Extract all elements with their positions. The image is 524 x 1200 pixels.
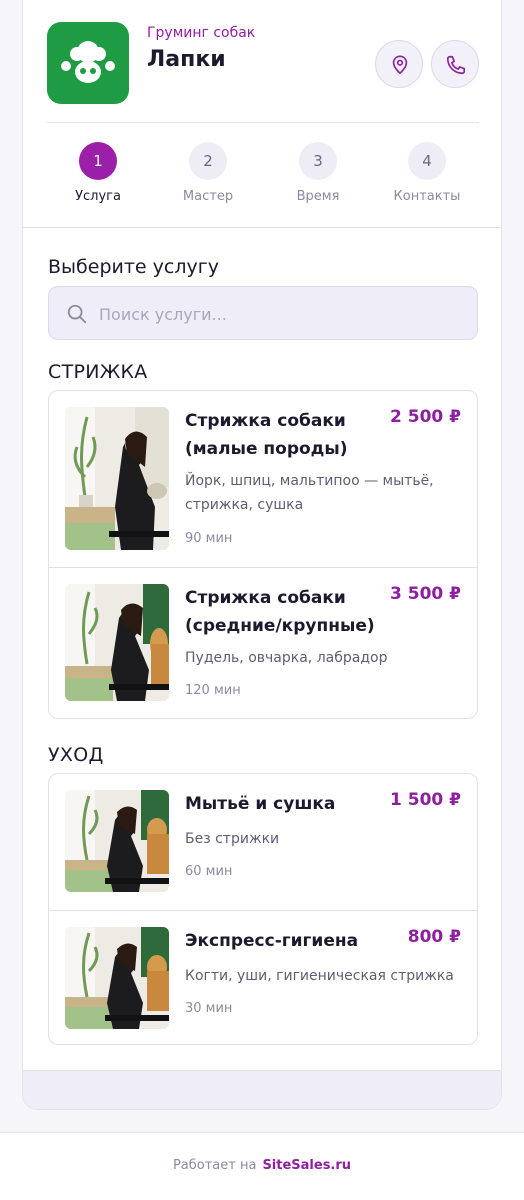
service-item[interactable]: Мытьё и сушка 1 500 ₽ Без стрижки 60 мин: [49, 774, 477, 910]
service-name: Стрижка собаки (средние/крупные): [185, 588, 375, 636]
service-description: Йорк, шпиц, мальтипоо — мытьё, стрижка, …: [185, 473, 434, 513]
service-description: Без стрижки: [185, 831, 280, 847]
step-contacts[interactable]: 4 Контакты: [372, 142, 482, 204]
business-logo: [47, 22, 129, 104]
search-icon: [67, 304, 87, 324]
service-name: Стрижка собаки (малые породы): [185, 411, 348, 459]
step-label: Контакты: [393, 189, 461, 204]
steps-divider: [23, 227, 501, 228]
section-heading: Выберите услугу: [48, 256, 219, 278]
service-price: 1 500 ₽: [390, 790, 461, 810]
step-label: Мастер: [182, 189, 234, 204]
header-divider: [47, 122, 479, 123]
service-photo: [65, 927, 169, 1029]
map-pin-icon: [392, 55, 408, 75]
step-number: 2: [189, 142, 227, 180]
service-name: Экспресс-гигиена: [185, 931, 359, 951]
powered-by-text: Работает на SiteSales.ru: [0, 1158, 524, 1173]
business-category: Груминг собак: [147, 25, 256, 41]
service-duration: 120 мин: [185, 683, 241, 698]
service-description: Пудель, овчарка, лабрадор: [185, 650, 388, 666]
powered-by-link[interactable]: SiteSales.ru: [262, 1158, 351, 1173]
service-price: 800 ₽: [407, 927, 461, 947]
service-price: 3 500 ₽: [390, 584, 461, 604]
service-description: Когти, уши, гигиеническая стрижка: [185, 968, 454, 984]
business-header: Груминг собак Лапки: [47, 22, 479, 104]
map-button[interactable]: [375, 40, 423, 88]
service-price: 2 500 ₽: [390, 407, 461, 427]
service-group: Стрижка собаки (малые породы) 2 500 ₽ Йо…: [48, 390, 478, 719]
service-duration: 90 мин: [185, 531, 233, 546]
service-item[interactable]: Стрижка собаки (средние/крупные) 3 500 ₽…: [49, 567, 477, 718]
booking-card: Груминг собак Лапки 1 Услуга 2 Мастер 3 …: [22, 0, 502, 1110]
service-duration: 30 мин: [185, 1001, 233, 1016]
category-title: СТРИЖКА: [48, 361, 148, 383]
service-photo: [65, 790, 169, 892]
category-title: УХОД: [48, 744, 104, 766]
service-item[interactable]: Экспресс-гигиена 800 ₽ Когти, уши, гигие…: [49, 910, 477, 1044]
search-input[interactable]: [99, 299, 459, 329]
service-photo: [65, 407, 169, 550]
phone-button[interactable]: [431, 40, 479, 88]
service-item[interactable]: Стрижка собаки (малые породы) 2 500 ₽ Йо…: [49, 391, 477, 567]
powered-by-footer: Работает на SiteSales.ru: [0, 1132, 524, 1200]
step-number: 3: [299, 142, 337, 180]
service-photo: [65, 584, 169, 701]
business-name: Лапки: [147, 47, 226, 72]
card-footer-bar: [23, 1070, 501, 1109]
step-number: 4: [408, 142, 446, 180]
search-box[interactable]: [48, 286, 478, 340]
step-service[interactable]: 1 Услуга: [43, 142, 153, 204]
powered-by-prefix: Работает на: [172, 1158, 257, 1173]
booking-steps: 1 Услуга 2 Мастер 3 Время 4 Контакты: [23, 142, 501, 212]
service-name: Мытьё и сушка: [185, 794, 336, 814]
service-group: Мытьё и сушка 1 500 ₽ Без стрижки 60 мин: [48, 773, 478, 1045]
step-time[interactable]: 3 Время: [263, 142, 373, 204]
phone-icon: [446, 55, 466, 75]
step-label: Услуга: [75, 189, 121, 204]
step-label: Время: [296, 189, 340, 204]
step-number: 1: [79, 142, 117, 180]
step-master[interactable]: 2 Мастер: [153, 142, 263, 204]
service-duration: 60 мин: [185, 864, 233, 879]
paw-icon: [61, 41, 115, 83]
